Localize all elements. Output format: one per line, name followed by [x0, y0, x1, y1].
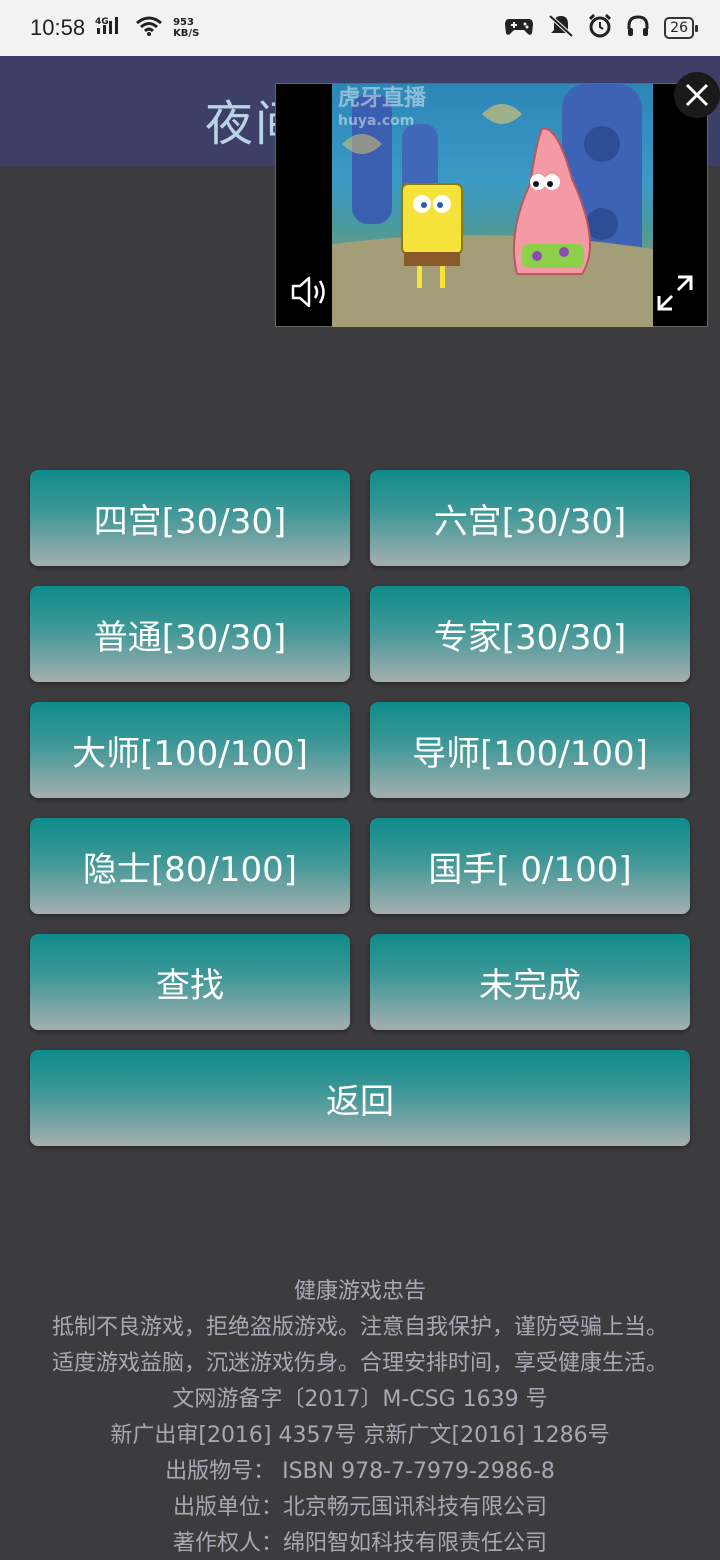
headphones-icon: [626, 14, 650, 42]
battery-indicator: 26: [664, 17, 698, 39]
status-left: 10:58 4G 953 KB/S: [30, 15, 199, 41]
fullscreen-button[interactable]: [656, 274, 694, 312]
wifi-icon: [135, 15, 163, 41]
search-button[interactable]: 查找: [30, 934, 350, 1030]
watermark-subtitle: huya.com: [338, 113, 415, 129]
status-time: 10:58: [30, 15, 86, 40]
video-watermark: 虎牙直播 huya.com: [338, 88, 426, 132]
game-controller-icon: [504, 15, 534, 41]
six-grid-button[interactable]: 六宫[30/30]: [370, 470, 690, 566]
mentor-button[interactable]: 导师[100/100]: [370, 702, 690, 798]
back-button[interactable]: 返回: [30, 1050, 690, 1146]
footer-line: 适度游戏益脑，沉迷游戏伤身。合理安排时间，享受健康生活。: [51, 1351, 668, 1376]
unfinished-button[interactable]: 未完成: [370, 934, 690, 1030]
footer-line: 文网游备字〔2017〕M-CSG 1639 号: [172, 1387, 548, 1412]
volume-button[interactable]: [290, 274, 330, 310]
net-speed-value: 953: [173, 17, 194, 28]
footer-heading: 健康游戏忠告: [293, 1279, 426, 1304]
network-type: 4G: [95, 17, 109, 27]
floating-video-player[interactable]: 虎牙直播 huya.com: [275, 83, 708, 327]
signal-icon: 4G: [95, 15, 125, 41]
four-grid-button[interactable]: 四宫[30/30]: [30, 470, 350, 566]
close-video-button[interactable]: [674, 72, 720, 118]
expand-icon: [657, 275, 693, 311]
normal-button[interactable]: 普通[30/30]: [30, 586, 350, 682]
speaker-icon: [291, 276, 325, 308]
health-notice-footer: 健康游戏忠告 抵制不良游戏，拒绝盗版游戏。注意自我保护，谨防受骗上当。 适度游戏…: [0, 1274, 720, 1560]
video-frame[interactable]: 虎牙直播 huya.com: [332, 84, 653, 327]
footer-line: 抵制不良游戏，拒绝盗版游戏。注意自我保护，谨防受骗上当。: [51, 1315, 668, 1340]
national-player-button[interactable]: 国手[ 0/100]: [370, 818, 690, 914]
footer-line: 著作权人：绵阳智如科技有限责任公司: [172, 1531, 547, 1556]
status-right: 26: [504, 13, 698, 42]
expert-button[interactable]: 专家[30/30]: [370, 586, 690, 682]
hermit-button[interactable]: 隐士[80/100]: [30, 818, 350, 914]
footer-line: 出版物号： ISBN 978-7-7979-2986-8: [165, 1459, 555, 1484]
status-bar: 10:58 4G 953 KB/S 26: [0, 0, 720, 56]
close-icon: [685, 83, 709, 107]
mute-bell-icon: [548, 14, 574, 42]
alarm-icon: [588, 13, 612, 42]
footer-line: 出版单位：北京畅元国讯科技有限公司: [172, 1495, 547, 1520]
net-speed: 953 KB/S: [173, 17, 199, 39]
grandmaster-button[interactable]: 大师[100/100]: [30, 702, 350, 798]
net-speed-unit: KB/S: [173, 28, 200, 39]
watermark-title: 虎牙直播: [338, 86, 427, 111]
footer-line: 新广出审[2016] 4357号 京新广文[2016] 1286号: [110, 1423, 610, 1448]
